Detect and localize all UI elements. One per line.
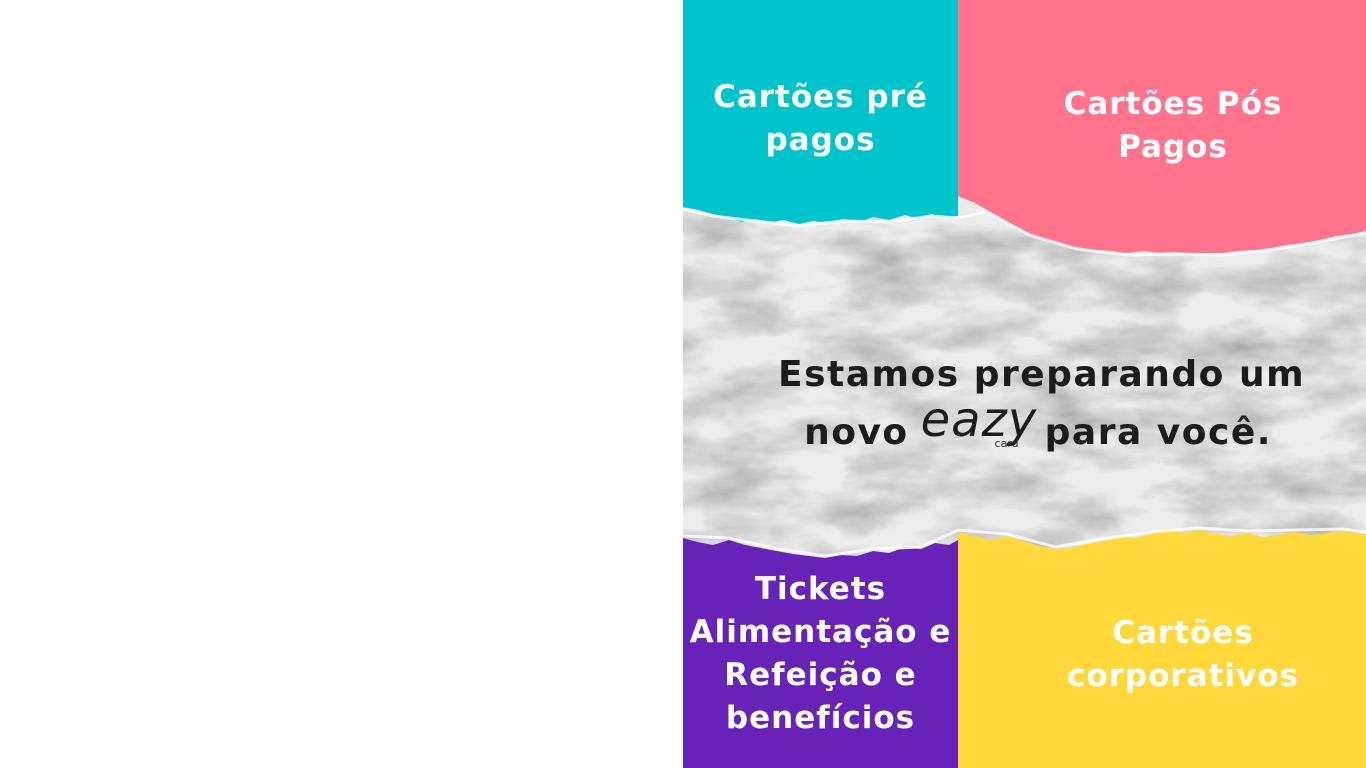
headline-novo: novo [804, 412, 909, 453]
logo-wordmark: eazy [920, 392, 1038, 448]
tile-tickets-label: Tickets Alimentação e Refeição e benefíc… [689, 571, 952, 736]
tile-corporativos-label: Cartões corporativos [1066, 615, 1300, 694]
headline-line-2: novo eazy card para você. [778, 392, 1298, 458]
logo-subtext: card [994, 437, 1019, 450]
tile-pre-pagos-label: Cartões pré pagos [713, 79, 928, 158]
coming-soon-banner: Cartões pré pagos Cartões Pós Pagos Tick… [683, 0, 1366, 768]
tile-pos-pagos-label: Cartões Pós Pagos [1063, 86, 1283, 165]
coming-soon-headline: Estamos preparando um novo eazy card para v… [778, 350, 1306, 458]
headline-para-voce: para você. [1044, 412, 1272, 453]
headline-line-1: Estamos preparando um [778, 354, 1306, 395]
eazy-card-logo: eazy card [920, 392, 1039, 450]
blank-left-area [0, 0, 683, 768]
